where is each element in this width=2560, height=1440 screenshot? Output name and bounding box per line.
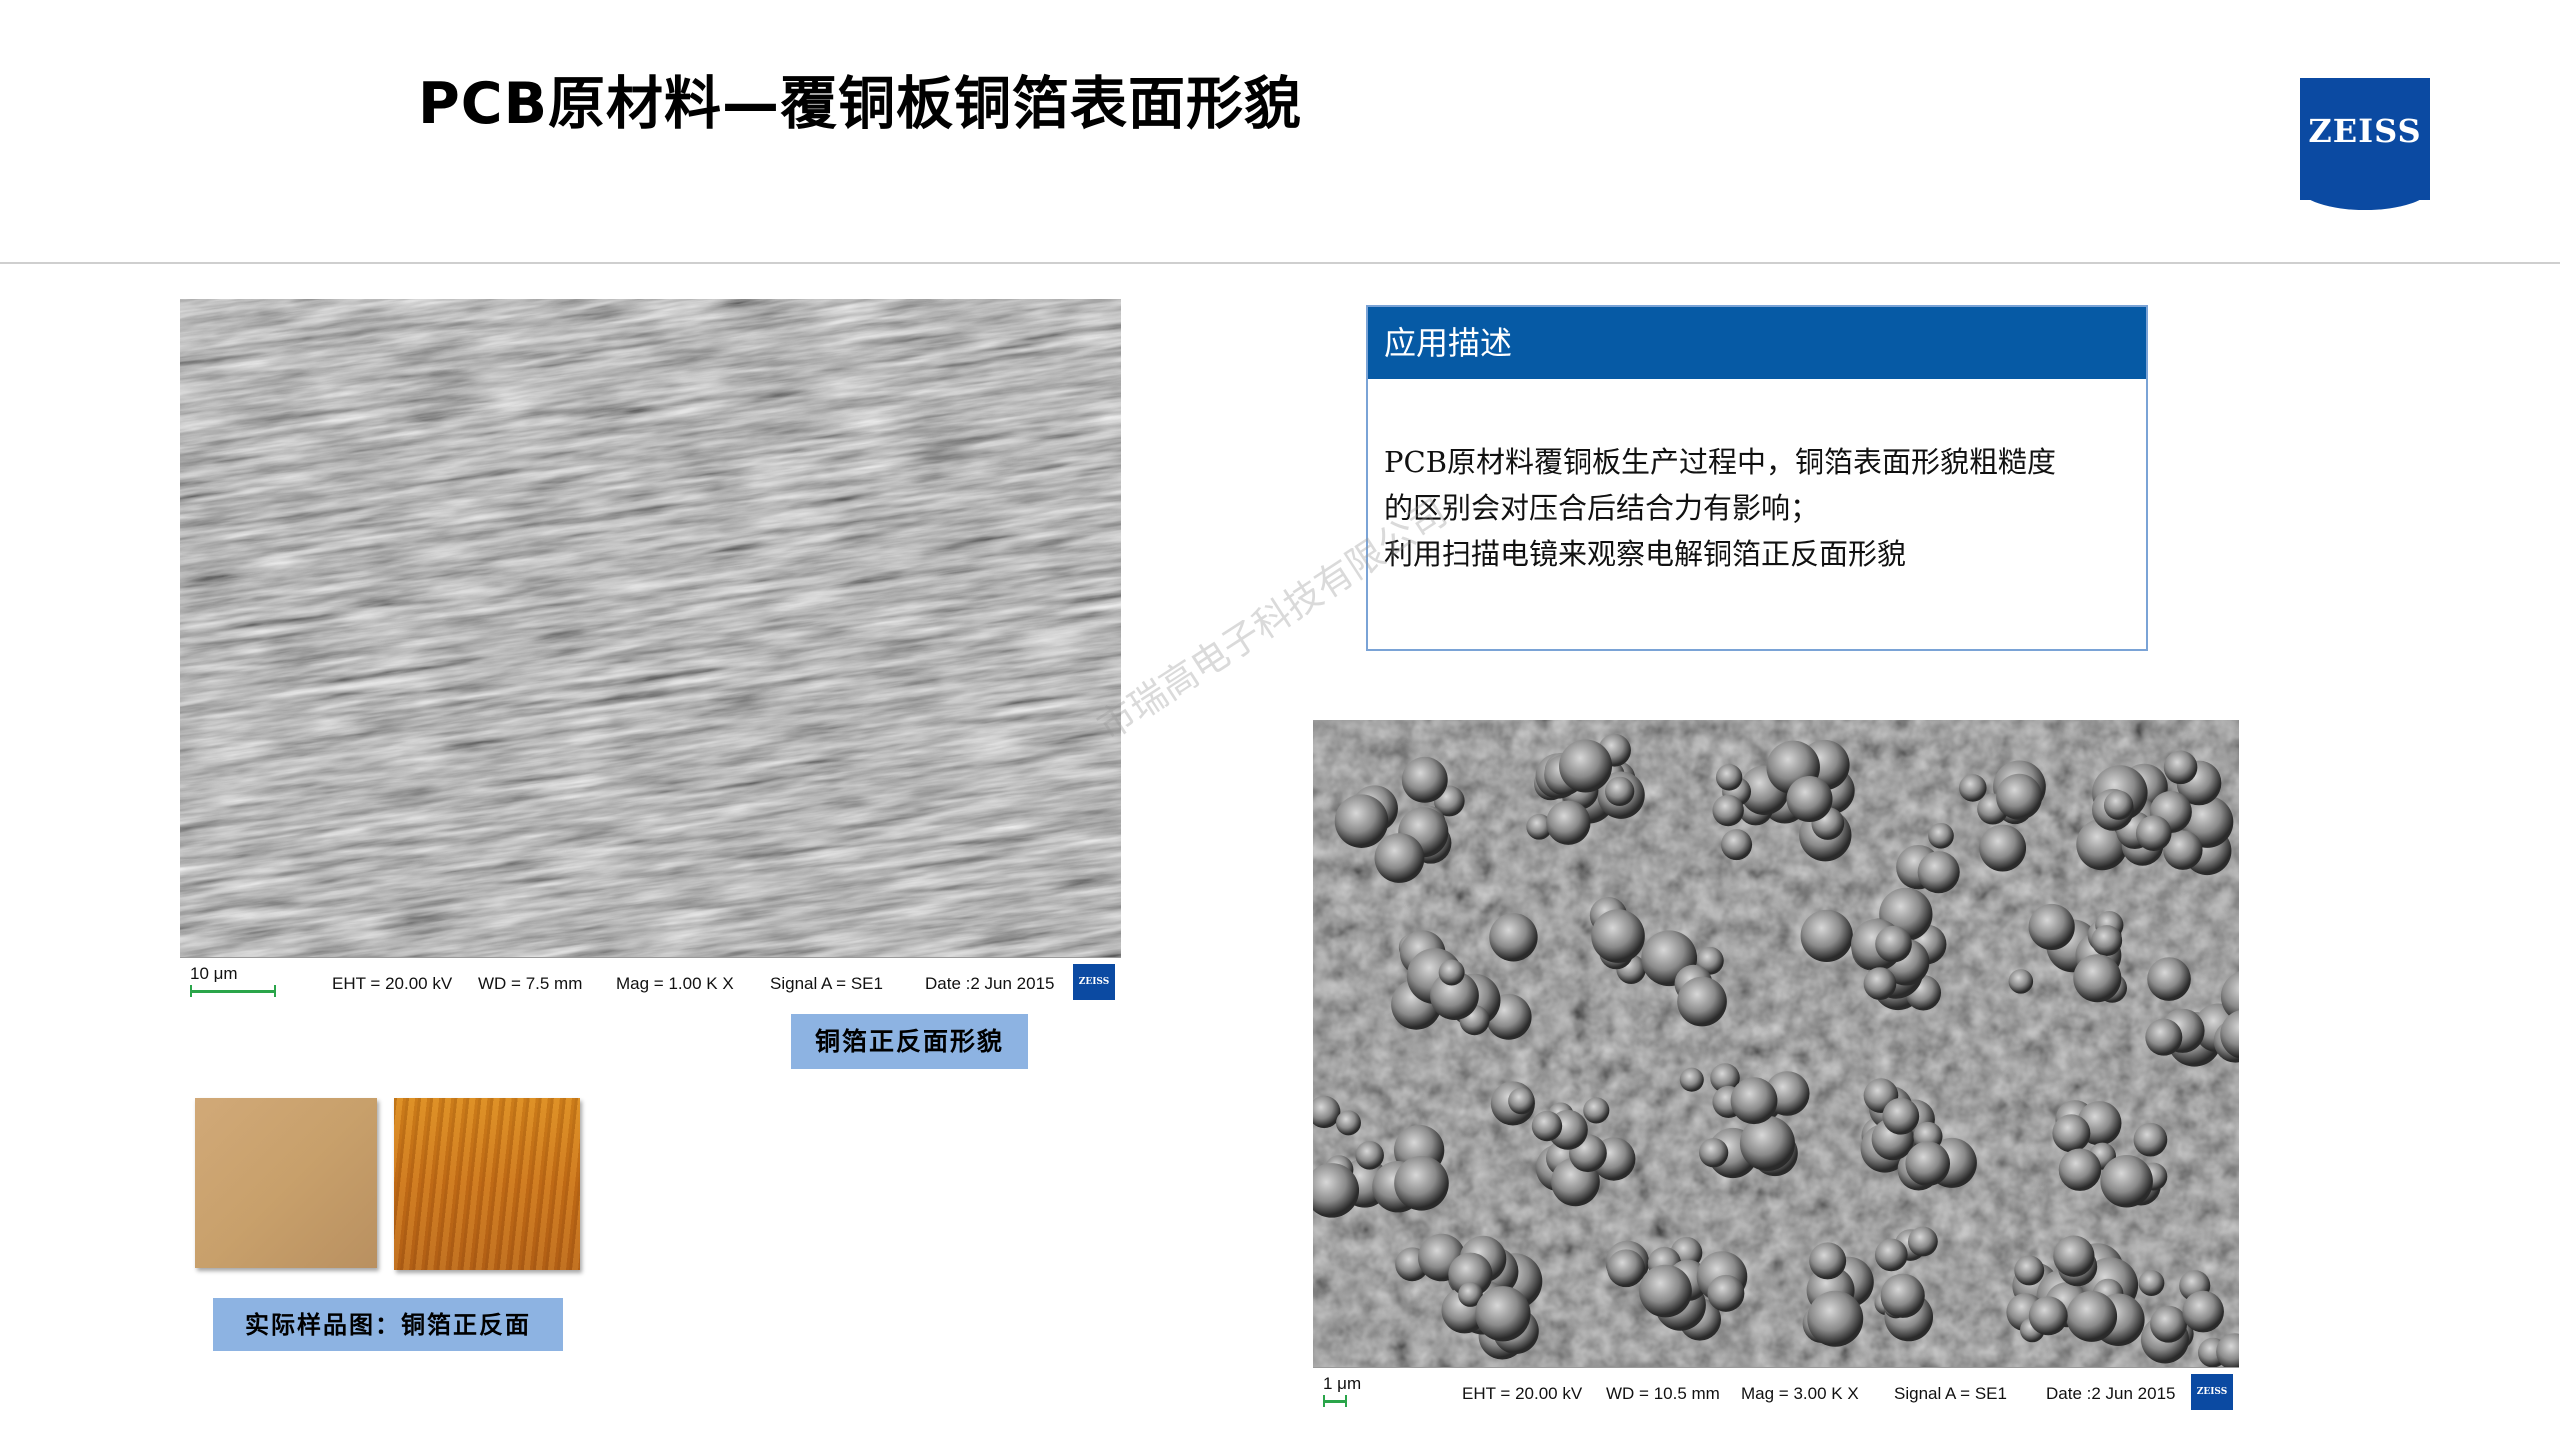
nodule: [1607, 1249, 1645, 1288]
zeiss-mini-logo: ZEISS: [2191, 1374, 2233, 1410]
nodule: [1677, 976, 1727, 1027]
nodule: [1374, 833, 1425, 883]
nodule: [1679, 1067, 1704, 1092]
description-heading: 应用描述: [1368, 307, 2146, 379]
nodule: [1489, 913, 1538, 962]
description-line-1: PCB原材料覆铜板生产过程中，铜箔表面形貌粗糙度: [1384, 445, 2057, 479]
nodule: [2091, 925, 2123, 956]
scale-label: 1 μm: [1323, 1374, 1362, 1393]
nodule: [1880, 1273, 1925, 1318]
signal-value: Signal A = SE1: [770, 974, 883, 993]
nodule: [1996, 773, 2043, 820]
nodule: [1583, 1097, 1610, 1124]
nodule: [1875, 925, 1912, 963]
sem-texture-top: [180, 299, 1121, 958]
caption-foil-morphology: 铜箔正反面形貌: [791, 1014, 1028, 1069]
nodule: [1905, 1141, 1951, 1187]
nodule: [2145, 1018, 2183, 1056]
nodule: [1721, 829, 1753, 861]
nodule: [2058, 1148, 2102, 1191]
nodule: [2133, 1122, 2168, 1157]
sem-info-bar-bottom: 1 μm EHT = 20.00 kV WD = 10.5 mm Mag = 3…: [1313, 1367, 2239, 1414]
nodule: [1531, 1110, 1563, 1142]
page-title: PCB原材料—覆铜板铜箔表面形貌: [418, 71, 1303, 137]
nodule: [1559, 739, 1613, 793]
sem-image-bottom: 1 μm EHT = 20.00 kV WD = 10.5 mm Mag = 3…: [1313, 720, 2239, 1414]
nodule: [1786, 776, 1833, 823]
nodule: [1401, 756, 1448, 803]
nodule: [1979, 824, 2027, 872]
nodule: [2053, 1235, 2095, 1277]
nodule: [1707, 1274, 1745, 1312]
nodule: [1874, 1238, 1908, 1272]
mag-value: Mag = 1.00 K X: [616, 974, 734, 993]
nodule: [1730, 1077, 1778, 1125]
mag-value: Mag = 3.00 K X: [1741, 1384, 1859, 1403]
nodule: [1546, 800, 1591, 845]
nodule: [2147, 957, 2191, 1001]
nodule: [2066, 1290, 2118, 1342]
sem-texture-bottom: [1313, 720, 2239, 1368]
nodule: [1908, 1226, 1938, 1257]
nodule: [1712, 794, 1744, 827]
nodule: [2052, 1114, 2091, 1153]
scale-bar: [190, 985, 276, 997]
nodule: [2163, 750, 2198, 785]
nodule: [2028, 903, 2075, 951]
nodule: [1639, 1264, 1692, 1318]
nodule: [1882, 1097, 1920, 1135]
nodule: [1508, 1087, 1535, 1115]
nodule: [2150, 1305, 2188, 1343]
nodule: [1917, 851, 1960, 894]
sem-image-top: 10 μm EHT = 20.00 kV WD = 7.5 mm Mag = 1…: [180, 299, 1121, 1004]
nodule: [2073, 954, 2122, 1003]
zeiss-mini-logo: ZEISS: [1073, 964, 1115, 1000]
signal-value: Signal A = SE1: [1894, 1384, 2007, 1403]
nodule: [1355, 1141, 1384, 1170]
nodule: [2014, 1255, 2045, 1286]
nodule: [2135, 815, 2172, 851]
nodule: [1807, 1290, 1864, 1347]
nodule: [2028, 1296, 2068, 1336]
nodule: [1715, 764, 1743, 791]
nodule: [1605, 776, 1635, 806]
zeiss-logo-text: ZEISS: [2308, 112, 2422, 150]
description-line-3: 利用扫描电镜来观察电解铜箔正反面形貌: [1384, 537, 1907, 571]
nodule: [1928, 822, 1954, 849]
nodule: [2100, 1155, 2153, 1208]
nodule: [1863, 967, 1897, 1000]
sem-info-bar-top: 10 μm EHT = 20.00 kV WD = 7.5 mm Mag = 1…: [180, 957, 1121, 1004]
nodule: [1475, 1286, 1531, 1342]
nodule: [1394, 1155, 1449, 1211]
eht-value: EHT = 20.00 kV: [332, 974, 453, 993]
scale-label: 10 μm: [190, 964, 238, 983]
caption-sample-photos: 实际样品图：铜箔正反面: [213, 1298, 563, 1351]
nodule: [1334, 794, 1389, 848]
nodule: [2103, 790, 2134, 820]
description-line-2: 的区别会对压合后结合力有影响；: [1384, 491, 1820, 525]
nodule: [2182, 1290, 2224, 1333]
date-value: Date :2 Jun 2015: [925, 974, 1055, 993]
date-value: Date :2 Jun 2015: [2046, 1384, 2176, 1403]
description-panel: 应用描述 PCB原材料覆铜板生产过程中，铜箔表面形貌粗糙度 的区别会对压合后结合…: [1366, 305, 2148, 651]
nodule: [1438, 959, 1465, 986]
wd-value: WD = 7.5 mm: [478, 974, 583, 993]
zeiss-logo: ZEISS: [2300, 78, 2430, 210]
nodule: [1739, 1115, 1795, 1171]
sample-photo-back: [394, 1098, 580, 1270]
wd-value: WD = 10.5 mm: [1606, 1384, 1720, 1403]
eht-value: EHT = 20.00 kV: [1462, 1384, 1583, 1403]
nodule: [1959, 774, 1987, 802]
nodule: [1335, 1110, 1361, 1136]
nodule: [1800, 909, 1853, 962]
nodule: [2138, 1270, 2165, 1296]
nodule: [2008, 969, 2034, 994]
nodule: [1591, 909, 1645, 963]
nodule: [1809, 1242, 1847, 1280]
header-divider: [0, 262, 2560, 264]
scale-bar: [1323, 1395, 1347, 1407]
nodule: [1699, 1138, 1729, 1168]
description-body: PCB原材料覆铜板生产过程中，铜箔表面形貌粗糙度 的区别会对压合后结合力有影响；…: [1368, 379, 2146, 577]
sample-photo-front: [195, 1098, 377, 1268]
